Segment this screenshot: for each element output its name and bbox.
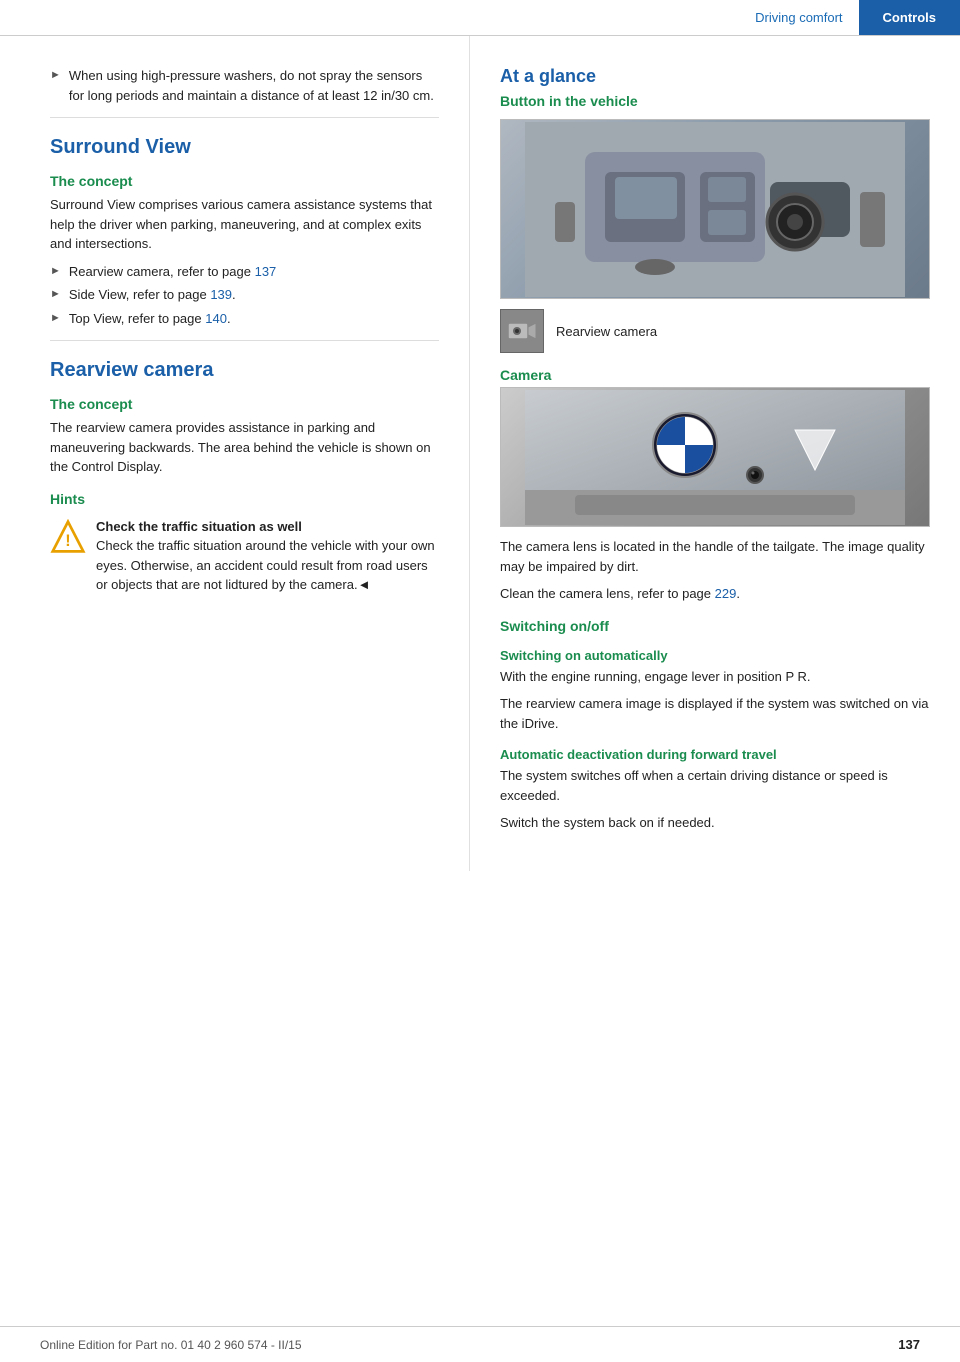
intro-bullet-text: When using high-pressure washers, do not… bbox=[69, 66, 439, 105]
camera-link[interactable]: 229 bbox=[715, 586, 737, 601]
warning-triangle-icon: ! bbox=[50, 519, 86, 555]
button-vehicle-title: Button in the vehicle bbox=[500, 93, 930, 109]
link-140[interactable]: 140 bbox=[205, 311, 227, 326]
vehicle-interior-image bbox=[500, 119, 930, 299]
warning-detail-text: Check the traffic situation around the v… bbox=[96, 538, 435, 592]
auto-deactivation-title: Automatic deactivation during forward tr… bbox=[500, 747, 930, 762]
switching-on-auto-text1: With the engine running, engage lever in… bbox=[500, 667, 930, 687]
camera-text2-para: Clean the camera lens, refer to page 229… bbox=[500, 584, 930, 604]
bullet-rearview-text: Rearview camera, refer to page 137 bbox=[69, 262, 276, 282]
bullet-top-view: ► Top View, refer to page 140. bbox=[50, 309, 439, 329]
content-area: ► When using high-pressure washers, do n… bbox=[0, 36, 960, 871]
rearview-icon-row: Rearview camera bbox=[500, 309, 930, 353]
right-column: At a glance Button in the vehicle bbox=[470, 36, 960, 871]
camera-text2: Clean the camera lens, refer to page bbox=[500, 586, 715, 601]
rearview-camera-section-title: Rearview camera bbox=[50, 359, 439, 382]
separator bbox=[50, 117, 439, 118]
bullet-arrow-rearview-icon: ► bbox=[50, 263, 61, 280]
rearview-camera-icon-box bbox=[500, 309, 544, 353]
surround-view-title: Surround View bbox=[50, 136, 439, 159]
camera-svg bbox=[525, 390, 905, 525]
camera-text1: The camera lens is located in the handle… bbox=[500, 537, 930, 576]
page-header: Driving comfort Controls bbox=[0, 0, 960, 36]
auto-deactivation-text1: The system switches off when a certain d… bbox=[500, 766, 930, 805]
bullet-arrow-icon: ► bbox=[50, 67, 61, 84]
auto-deactivation-text2: Switch the system back on if needed. bbox=[500, 813, 930, 833]
switching-title: Switching on/off bbox=[500, 618, 930, 634]
bullet-arrow-topview-icon: ► bbox=[50, 310, 61, 327]
bullet-side-view: ► Side View, refer to page 139. bbox=[50, 285, 439, 305]
left-column: ► When using high-pressure washers, do n… bbox=[0, 36, 470, 871]
rearview-camera-icon bbox=[506, 315, 538, 347]
hints-title: Hints bbox=[50, 491, 439, 507]
bullet-arrow-sideview-icon: ► bbox=[50, 286, 61, 303]
concept-text: Surround View comprises various camera a… bbox=[50, 195, 439, 254]
at-glance-title: At a glance bbox=[500, 66, 930, 87]
camera-image bbox=[500, 387, 930, 527]
link-139[interactable]: 139 bbox=[210, 287, 232, 302]
concept2-title: The concept bbox=[50, 396, 439, 412]
bullet-top-view-text: Top View, refer to page 140. bbox=[69, 309, 231, 329]
svg-text:!: ! bbox=[65, 532, 70, 550]
concept-title: The concept bbox=[50, 173, 439, 189]
page-number: 137 bbox=[898, 1337, 920, 1352]
bullet-side-view-text: Side View, refer to page 139. bbox=[69, 285, 236, 305]
vehicle-interior-svg bbox=[525, 122, 905, 297]
switching-on-auto-title: Switching on automatically bbox=[500, 648, 930, 663]
header-driving-comfort: Driving comfort bbox=[739, 10, 858, 25]
concept2-text: The rearview camera provides assistance … bbox=[50, 418, 439, 477]
footer-edition-text: Online Edition for Part no. 01 40 2 960 … bbox=[40, 1338, 302, 1352]
camera-text2-suffix: . bbox=[736, 586, 740, 601]
page-footer: Online Edition for Part no. 01 40 2 960 … bbox=[0, 1326, 960, 1362]
rearview-camera-label: Rearview camera bbox=[556, 324, 657, 339]
camera-section-title: Camera bbox=[500, 367, 930, 383]
warning-text-block: Check the traffic situation as well Chec… bbox=[96, 517, 439, 595]
separator2 bbox=[50, 340, 439, 341]
header-controls: Controls bbox=[859, 0, 960, 35]
link-137[interactable]: 137 bbox=[255, 264, 277, 279]
warning-box: ! Check the traffic situation as well Ch… bbox=[50, 517, 439, 595]
switching-on-auto-text2: The rearview camera image is displayed i… bbox=[500, 694, 930, 733]
bullet-rearview: ► Rearview camera, refer to page 137 bbox=[50, 262, 439, 282]
warning-bold-text: Check the traffic situation as well bbox=[96, 519, 302, 534]
intro-bullet-item: ► When using high-pressure washers, do n… bbox=[50, 66, 439, 105]
